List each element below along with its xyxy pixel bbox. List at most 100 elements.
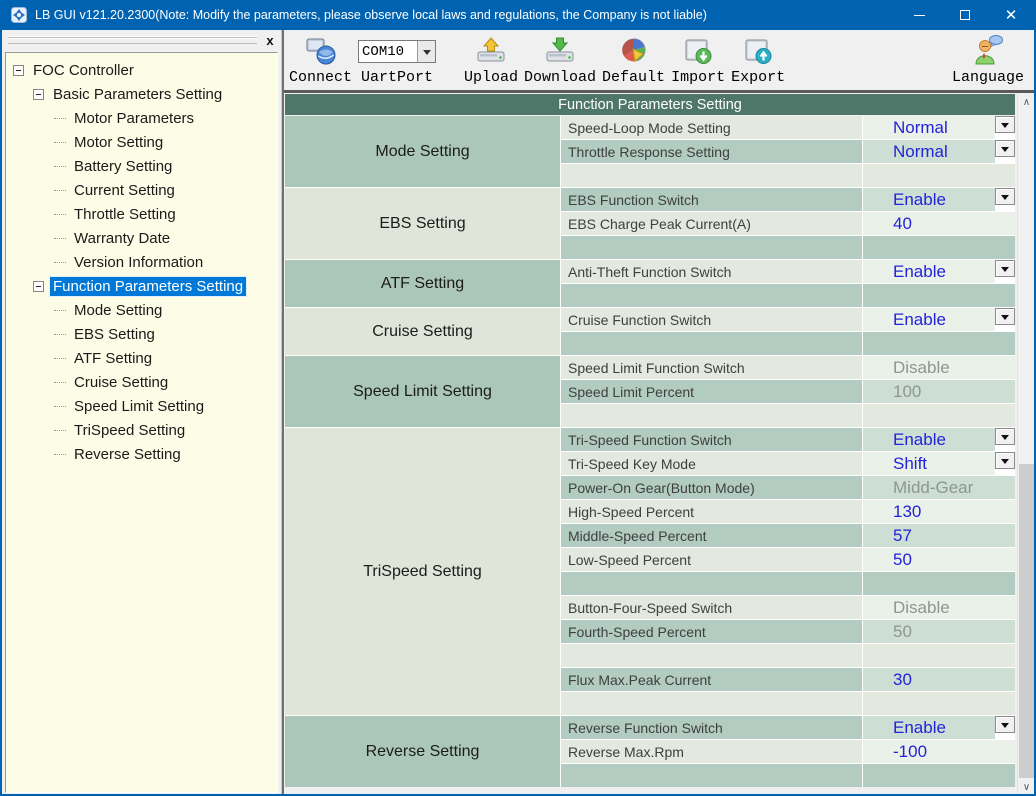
param-value[interactable]: Normal — [863, 140, 1015, 163]
tree-item[interactable]: Cruise Setting — [6, 370, 277, 394]
tree-item[interactable]: Reverse Setting — [6, 442, 277, 466]
tree-item[interactable]: Motor Setting — [6, 130, 277, 154]
export-button[interactable]: Export — [731, 33, 785, 87]
tree-connector — [54, 118, 66, 119]
param-value[interactable]: -100 — [863, 740, 1015, 763]
param-value[interactable]: 50 — [863, 548, 1015, 571]
tree-item[interactable]: TriSpeed Setting — [6, 418, 277, 442]
param-value-text: Disable — [893, 598, 950, 618]
spacer-value — [863, 404, 1015, 427]
tree-item[interactable]: Function Parameters Setting — [6, 274, 277, 298]
sidebar-panel: x FOC Controller Basic Parameters Setting… — [2, 30, 282, 796]
vertical-scrollbar[interactable]: ∧ ∨ — [1017, 93, 1034, 796]
tree-item[interactable]: EBS Setting — [6, 322, 277, 346]
close-button[interactable]: ✕ — [988, 0, 1034, 30]
group-cell: EBS Setting — [285, 188, 560, 259]
group-cell: Mode Setting — [285, 116, 560, 187]
param-value[interactable]: Normal — [863, 116, 1015, 139]
param-value[interactable]: Enable — [863, 716, 1015, 739]
toolbar: Connect COM10 UartPort — [284, 30, 1034, 93]
group-cell: Reverse Setting — [285, 716, 560, 787]
uartport-value: COM10 — [359, 41, 417, 62]
dropdown-strip — [995, 428, 1015, 451]
spacer-value — [863, 164, 1015, 187]
tree-connector — [54, 262, 66, 263]
language-button[interactable]: Language — [952, 33, 1024, 87]
param-value[interactable]: Enable — [863, 260, 1015, 283]
tree-item-label: Function Parameters Setting — [50, 277, 246, 296]
download-button[interactable]: Download — [524, 33, 596, 87]
param-value[interactable]: 30 — [863, 668, 1015, 691]
tree-connector — [54, 334, 66, 335]
tree-item[interactable]: ATF Setting — [6, 346, 277, 370]
param-value[interactable]: Enable — [863, 188, 1015, 211]
collapse-minus-icon[interactable] — [13, 65, 24, 76]
dropdown-strip — [995, 140, 1015, 163]
param-label: Cruise Function Switch — [561, 308, 862, 331]
param-value-text: Enable — [893, 190, 946, 210]
group-cell: TriSpeed Setting — [285, 428, 560, 715]
tree-item[interactable]: Basic Parameters Setting — [6, 82, 277, 106]
spacer-row — [561, 404, 862, 427]
sidebar-close-button[interactable]: x — [263, 34, 277, 48]
tree-item-label: Basic Parameters Setting — [50, 85, 225, 104]
param-value[interactable]: Enable — [863, 428, 1015, 451]
chevron-down-icon[interactable] — [995, 308, 1015, 325]
tree-item-label: Speed Limit Setting — [71, 397, 207, 416]
tree-item[interactable]: Version Information — [6, 250, 277, 274]
param-value[interactable]: Enable — [863, 308, 1015, 331]
default-button[interactable]: Default — [602, 33, 665, 87]
chevron-down-icon[interactable] — [995, 140, 1015, 157]
param-value[interactable]: 130 — [863, 500, 1015, 523]
tree-item[interactable]: Speed Limit Setting — [6, 394, 277, 418]
param-value-text: -100 — [893, 742, 927, 762]
connect-button[interactable]: Connect — [289, 33, 352, 87]
grip-handle[interactable] — [8, 37, 257, 44]
minimize-button[interactable] — [896, 0, 942, 30]
chevron-down-icon[interactable] — [995, 260, 1015, 277]
tree-connector — [54, 310, 66, 311]
uartport-combobox[interactable]: COM10 — [358, 40, 436, 63]
chevron-down-icon[interactable] — [417, 41, 435, 62]
tree-item[interactable]: Throttle Setting — [6, 202, 277, 226]
parameter-grid-area: Function Parameters Setting Mode Setting… — [284, 93, 1034, 796]
spacer-row — [561, 332, 862, 355]
dropdown-strip — [995, 188, 1015, 211]
param-value-text: 130 — [893, 502, 921, 522]
tree-item[interactable]: FOC Controller — [6, 58, 277, 82]
spacer-value — [863, 284, 1015, 307]
chevron-down-icon[interactable] — [995, 452, 1015, 469]
chevron-down-icon[interactable] — [995, 116, 1015, 133]
app-icon — [11, 7, 27, 23]
spacer-row — [561, 692, 862, 715]
chevron-down-icon[interactable] — [995, 428, 1015, 445]
chevron-down-icon[interactable] — [995, 188, 1015, 205]
import-icon — [681, 33, 715, 69]
import-button[interactable]: Import — [671, 33, 725, 87]
scroll-down-icon[interactable]: ∨ — [1018, 778, 1034, 796]
tree-item[interactable]: Motor Parameters — [6, 106, 277, 130]
tree-item[interactable]: Warranty Date — [6, 226, 277, 250]
param-value[interactable]: 57 — [863, 524, 1015, 547]
tree-item[interactable]: Battery Setting — [6, 154, 277, 178]
tree-connector — [54, 382, 66, 383]
tree-connector — [54, 142, 66, 143]
chevron-down-icon[interactable] — [995, 716, 1015, 733]
param-label: Reverse Max.Rpm — [561, 740, 862, 763]
collapse-minus-icon[interactable] — [33, 281, 44, 292]
param-value-text: Normal — [893, 118, 948, 138]
scroll-up-icon[interactable]: ∧ — [1018, 93, 1034, 111]
param-value[interactable]: 40 — [863, 212, 1015, 235]
tree-item-label: Version Information — [71, 253, 206, 272]
parameter-grid-scrollview: Function Parameters Setting Mode Setting… — [284, 93, 1017, 796]
spacer-value — [863, 236, 1015, 259]
param-value[interactable]: Shift — [863, 452, 1015, 475]
collapse-minus-icon[interactable] — [33, 89, 44, 100]
maximize-button[interactable] — [942, 0, 988, 30]
dropdown-strip — [995, 308, 1015, 331]
tree-item[interactable]: Current Setting — [6, 178, 277, 202]
upload-icon — [474, 33, 508, 69]
scrollbar-thumb[interactable] — [1019, 464, 1034, 778]
tree-item[interactable]: Mode Setting — [6, 298, 277, 322]
upload-button[interactable]: Upload — [464, 33, 518, 87]
